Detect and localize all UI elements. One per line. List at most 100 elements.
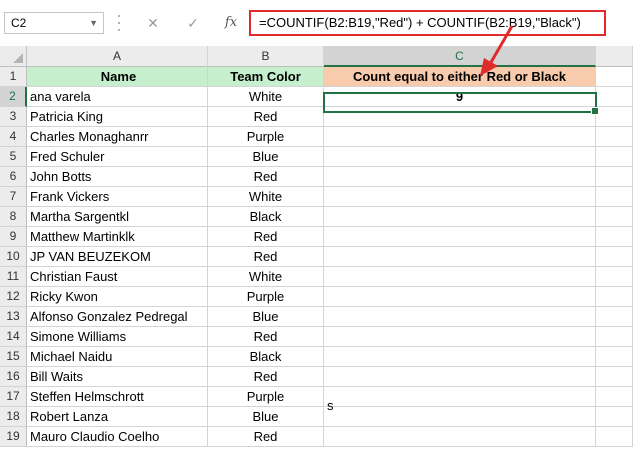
row-header[interactable]: 14 xyxy=(0,327,27,347)
empty-cell[interactable] xyxy=(324,167,596,187)
cancel-icon[interactable]: ✕ xyxy=(140,12,166,34)
enter-icon[interactable]: ✓ xyxy=(180,12,206,34)
team-color-cell[interactable]: Red xyxy=(208,107,324,127)
team-color-cell[interactable]: Blue xyxy=(208,147,324,167)
empty-cell[interactable] xyxy=(324,227,596,247)
empty-cell[interactable] xyxy=(596,307,633,327)
row-header[interactable]: 18 xyxy=(0,407,27,427)
empty-cell[interactable] xyxy=(596,247,633,267)
team-color-cell[interactable]: Red xyxy=(208,247,324,267)
row-header[interactable]: 8 xyxy=(0,207,27,227)
empty-cell[interactable] xyxy=(596,207,633,227)
chevron-down-icon[interactable]: ▼ xyxy=(89,13,98,33)
row-header[interactable]: 3 xyxy=(0,107,27,127)
header-count-cell[interactable]: Count equal to either Red or Black xyxy=(324,67,596,87)
name-cell[interactable]: Matthew Martinklk xyxy=(27,227,208,247)
name-cell[interactable]: Martha Sargentkl xyxy=(27,207,208,227)
team-color-cell[interactable]: Blue xyxy=(208,407,324,427)
row-header[interactable]: 11 xyxy=(0,267,27,287)
empty-cell[interactable] xyxy=(324,367,596,387)
select-all-corner[interactable] xyxy=(0,46,27,67)
empty-cell[interactable] xyxy=(324,347,596,367)
empty-cell[interactable] xyxy=(596,287,633,307)
team-color-cell[interactable]: Purple xyxy=(208,287,324,307)
team-color-cell[interactable]: White xyxy=(208,267,324,287)
name-cell[interactable]: Bill Waits xyxy=(27,367,208,387)
name-cell[interactable]: Robert Lanza xyxy=(27,407,208,427)
name-cell[interactable]: Simone Williams xyxy=(27,327,208,347)
empty-cell[interactable] xyxy=(324,307,596,327)
name-cell[interactable]: Alfonso Gonzalez Pedregal xyxy=(27,307,208,327)
empty-cell[interactable] xyxy=(324,187,596,207)
empty-cell[interactable] xyxy=(596,407,633,427)
name-cell[interactable]: Mauro Claudio Coelho xyxy=(27,427,208,447)
team-color-cell[interactable]: Red xyxy=(208,227,324,247)
name-cell[interactable]: ana varela xyxy=(27,87,208,107)
empty-cell[interactable] xyxy=(596,227,633,247)
team-color-cell[interactable]: Red xyxy=(208,167,324,187)
row-header[interactable]: 5 xyxy=(0,147,27,167)
name-box[interactable]: C2 ▼ xyxy=(4,12,104,34)
team-color-cell[interactable]: Red xyxy=(208,427,324,447)
row-header[interactable]: 1 xyxy=(0,67,27,87)
empty-cell[interactable] xyxy=(324,267,596,287)
spreadsheet-grid[interactable]: A B C 1 Name Team Color Count equal to eith… xyxy=(0,46,633,465)
empty-cell[interactable] xyxy=(324,287,596,307)
empty-cell[interactable] xyxy=(596,347,633,367)
name-cell[interactable]: JP VAN BEUZEKOM xyxy=(27,247,208,267)
name-cell[interactable]: Patricia King xyxy=(27,107,208,127)
name-cell[interactable]: Fred Schuler xyxy=(27,147,208,167)
row-header[interactable]: 2 xyxy=(0,87,27,107)
team-color-cell[interactable]: Black xyxy=(208,347,324,367)
row-header[interactable]: 16 xyxy=(0,367,27,387)
empty-cell[interactable] xyxy=(596,267,633,287)
team-color-cell[interactable]: White xyxy=(208,87,324,107)
team-color-cell[interactable]: Blue xyxy=(208,307,324,327)
drag-handle-icon[interactable] xyxy=(118,15,121,31)
column-header-c[interactable]: C xyxy=(324,46,596,67)
row-header[interactable]: 15 xyxy=(0,347,27,367)
row-header[interactable]: 12 xyxy=(0,287,27,307)
name-cell[interactable]: Charles Monaghanrr xyxy=(27,127,208,147)
empty-cell[interactable] xyxy=(596,127,633,147)
row-header[interactable]: 19 xyxy=(0,427,27,447)
empty-cell[interactable] xyxy=(596,107,633,127)
column-header-b[interactable]: B xyxy=(208,46,324,67)
name-cell[interactable]: Michael Naidu xyxy=(27,347,208,367)
empty-cell[interactable] xyxy=(324,247,596,267)
name-cell[interactable]: John Botts xyxy=(27,167,208,187)
row-header[interactable]: 6 xyxy=(0,167,27,187)
column-header-a[interactable]: A xyxy=(27,46,208,67)
empty-cell[interactable] xyxy=(596,187,633,207)
name-cell[interactable]: Christian Faust xyxy=(27,267,208,287)
empty-cell[interactable] xyxy=(596,327,633,347)
empty-cell[interactable] xyxy=(324,127,596,147)
row-header[interactable]: 13 xyxy=(0,307,27,327)
row-header[interactable]: 17 xyxy=(0,387,27,407)
column-header-d[interactable] xyxy=(596,46,633,67)
team-color-cell[interactable]: Purple xyxy=(208,387,324,407)
result-cell[interactable]: 9 xyxy=(324,87,596,107)
name-cell[interactable]: Steffen Helmschrott xyxy=(27,387,208,407)
empty-cell[interactable] xyxy=(596,367,633,387)
empty-cell[interactable] xyxy=(596,427,633,447)
empty-cell[interactable] xyxy=(324,207,596,227)
team-color-cell[interactable]: Red xyxy=(208,367,324,387)
header-team-color-cell[interactable]: Team Color xyxy=(208,67,324,87)
header-name-cell[interactable]: Name xyxy=(27,67,208,87)
empty-cell[interactable] xyxy=(596,147,633,167)
formula-input[interactable]: =COUNTIF(B2:B19,"Red") + COUNTIF(B2:B19,… xyxy=(249,10,606,36)
name-cell[interactable]: Frank Vickers xyxy=(27,187,208,207)
empty-cell[interactable] xyxy=(324,147,596,167)
empty-cell[interactable] xyxy=(324,327,596,347)
row-header[interactable]: 4 xyxy=(0,127,27,147)
row-header[interactable]: 10 xyxy=(0,247,27,267)
empty-cell[interactable] xyxy=(324,427,596,447)
empty-cell[interactable] xyxy=(596,167,633,187)
empty-cell[interactable] xyxy=(596,387,633,407)
team-color-cell[interactable]: Purple xyxy=(208,127,324,147)
team-color-cell[interactable]: Red xyxy=(208,327,324,347)
empty-cell[interactable] xyxy=(324,107,596,127)
team-color-cell[interactable]: Black xyxy=(208,207,324,227)
row-header[interactable]: 7 xyxy=(0,187,27,207)
